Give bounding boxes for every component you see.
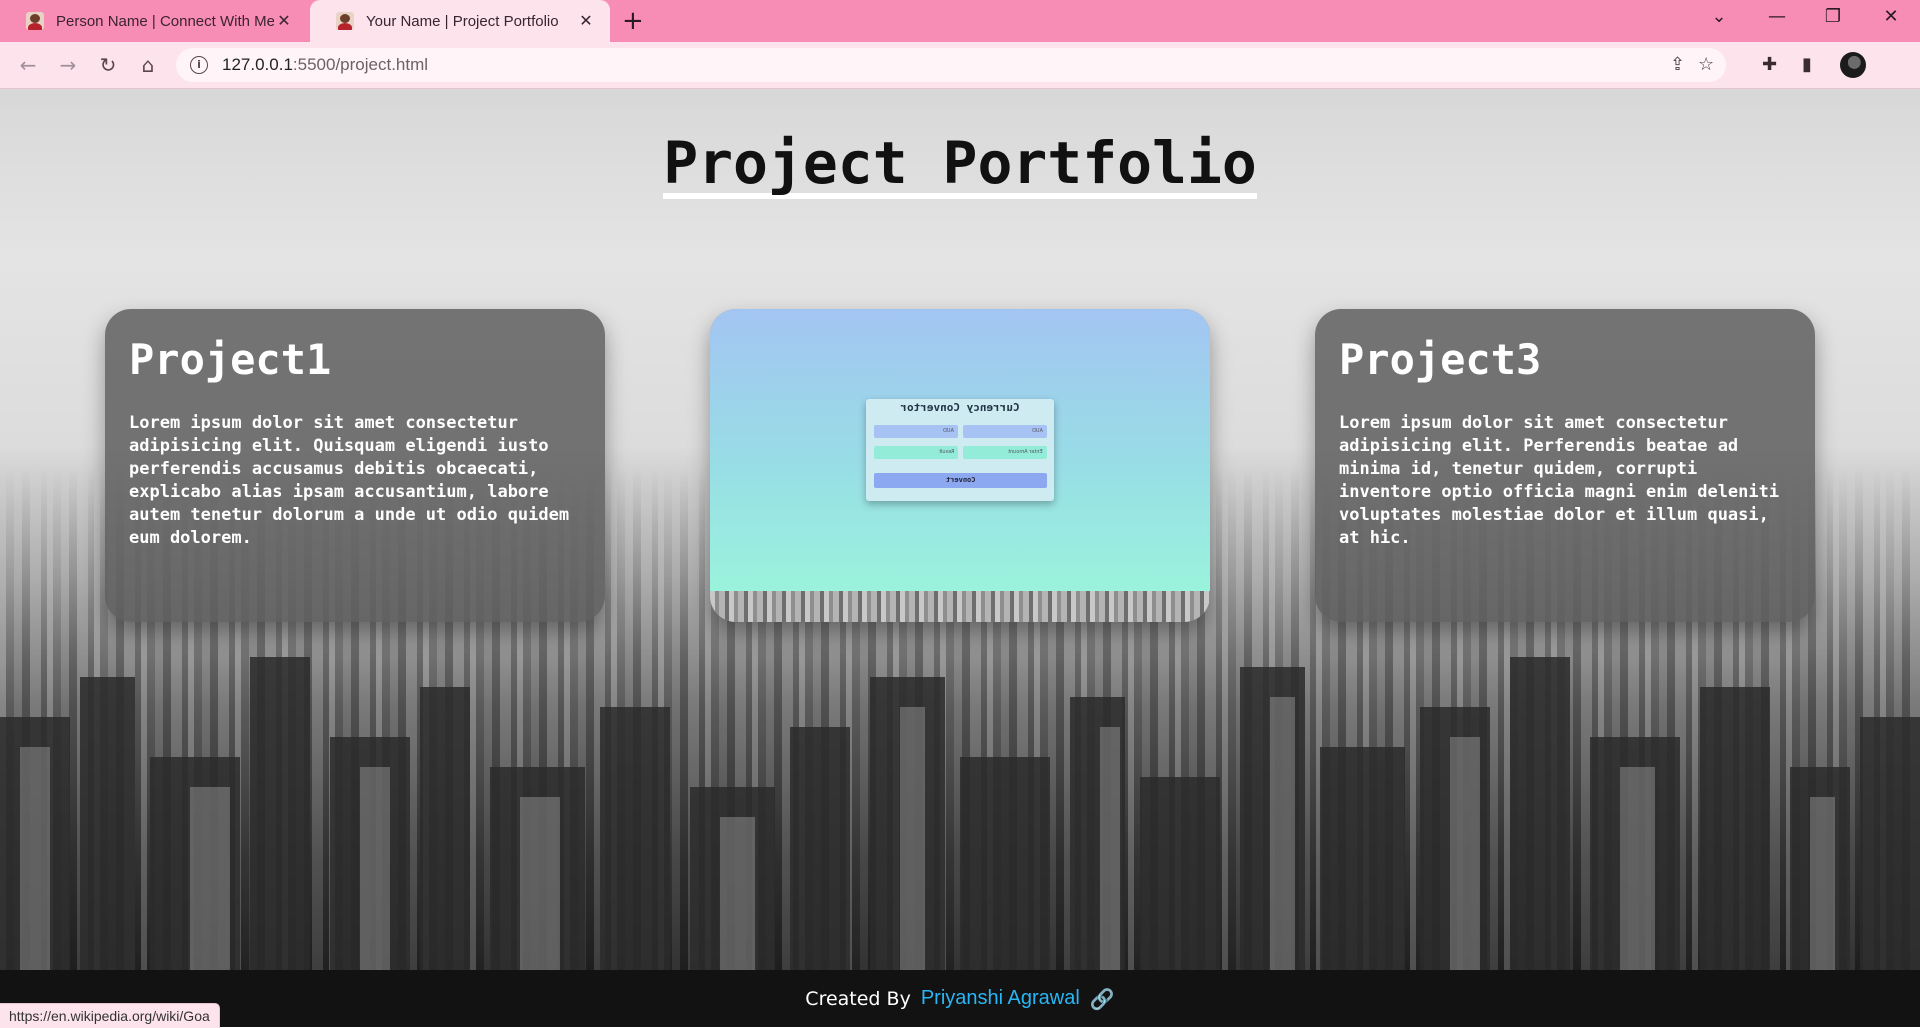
result-field: Result bbox=[874, 446, 958, 459]
tab-connect[interactable]: Person Name | Connect With Me ✕ bbox=[0, 0, 308, 42]
link-icon[interactable]: 🔗 bbox=[1090, 987, 1115, 1011]
footer-prefix: Created By bbox=[805, 987, 911, 1010]
converter-title: Currency Convertor bbox=[900, 401, 1020, 414]
amount-field: Enter Amount bbox=[963, 446, 1047, 459]
project-preview-image: Currency Convertor AUD AUD Result Enter … bbox=[710, 309, 1210, 591]
city-skyline-image bbox=[0, 657, 1920, 1027]
home-button[interactable]: ⌂ bbox=[134, 51, 162, 79]
tab-title: Person Name | Connect With Me bbox=[56, 12, 274, 30]
project-title: Project3 bbox=[1339, 335, 1542, 384]
project-title: Project1 bbox=[129, 335, 332, 384]
preview-background-strip bbox=[710, 591, 1210, 622]
share-icon[interactable]: ⇪ bbox=[1670, 54, 1685, 75]
profile-favicon-icon bbox=[26, 12, 44, 30]
side-panel-icon[interactable]: ▮ bbox=[1802, 54, 1812, 75]
page-title-text: Project Portfolio bbox=[663, 129, 1257, 199]
url-path: :5500/project.html bbox=[292, 55, 429, 74]
convert-button: Convert bbox=[874, 473, 1047, 488]
profile-avatar[interactable] bbox=[1840, 52, 1866, 78]
browser-toolbar: ← → ↻ ⌂ i 127.0.0.1:5500/project.html ⇪ … bbox=[0, 42, 1920, 89]
minimize-button[interactable]: — bbox=[1762, 6, 1792, 27]
profile-favicon-icon bbox=[336, 12, 354, 30]
url-host: 127.0.0.1 bbox=[222, 55, 293, 74]
address-bar[interactable]: i 127.0.0.1:5500/project.html ⇪ ☆ bbox=[176, 48, 1726, 82]
close-window-button[interactable]: ✕ bbox=[1876, 6, 1906, 27]
tab-portfolio[interactable]: Your Name | Project Portfolio ✕ bbox=[310, 0, 610, 42]
back-button[interactable]: ← bbox=[14, 51, 42, 79]
project-card-1[interactable]: Project1 Lorem ipsum dolor sit amet cons… bbox=[105, 309, 605, 622]
page-title: Project Portfolio bbox=[0, 129, 1920, 199]
tab-strip: Person Name | Connect With Me ✕ Your Nam… bbox=[0, 0, 1920, 42]
page-viewport: Project Portfolio Project1 Lorem ipsum d… bbox=[0, 89, 1920, 1027]
project-description: Lorem ipsum dolor sit amet consectetur a… bbox=[129, 413, 570, 548]
project-description: Lorem ipsum dolor sit amet consectetur a… bbox=[1339, 413, 1780, 548]
currency-converter-preview: Currency Convertor AUD AUD Result Enter … bbox=[866, 399, 1054, 501]
restore-button[interactable]: ❐ bbox=[1818, 6, 1848, 27]
reload-button[interactable]: ↻ bbox=[94, 51, 122, 79]
bookmark-star-icon[interactable]: ☆ bbox=[1698, 54, 1714, 75]
from-currency-select: AUD bbox=[874, 425, 958, 438]
tab-title: Your Name | Project Portfolio bbox=[366, 12, 559, 30]
to-currency-select: AUD bbox=[963, 425, 1047, 438]
project-card-2[interactable]: Currency Convertor AUD AUD Result Enter … bbox=[710, 309, 1210, 622]
tab-close-icon[interactable]: ✕ bbox=[576, 11, 596, 31]
tab-search-icon[interactable]: ⌄ bbox=[1704, 6, 1734, 27]
url-text[interactable]: 127.0.0.1:5500/project.html bbox=[222, 55, 428, 75]
tab-close-icon[interactable]: ✕ bbox=[274, 11, 294, 31]
forward-button[interactable]: → bbox=[54, 51, 82, 79]
extensions-puzzle-icon[interactable]: ✚ bbox=[1762, 54, 1777, 75]
project-card-3[interactable]: Project3 Lorem ipsum dolor sit amet cons… bbox=[1315, 309, 1815, 622]
site-info-icon[interactable]: i bbox=[190, 56, 208, 74]
author-link[interactable]: Priyanshi Agrawal bbox=[921, 987, 1080, 1010]
new-tab-button[interactable]: + bbox=[622, 6, 644, 36]
page-footer: Created By Priyanshi Agrawal 🔗 bbox=[0, 970, 1920, 1027]
status-bar-url: https://en.wikipedia.org/wiki/Goa bbox=[0, 1003, 220, 1028]
